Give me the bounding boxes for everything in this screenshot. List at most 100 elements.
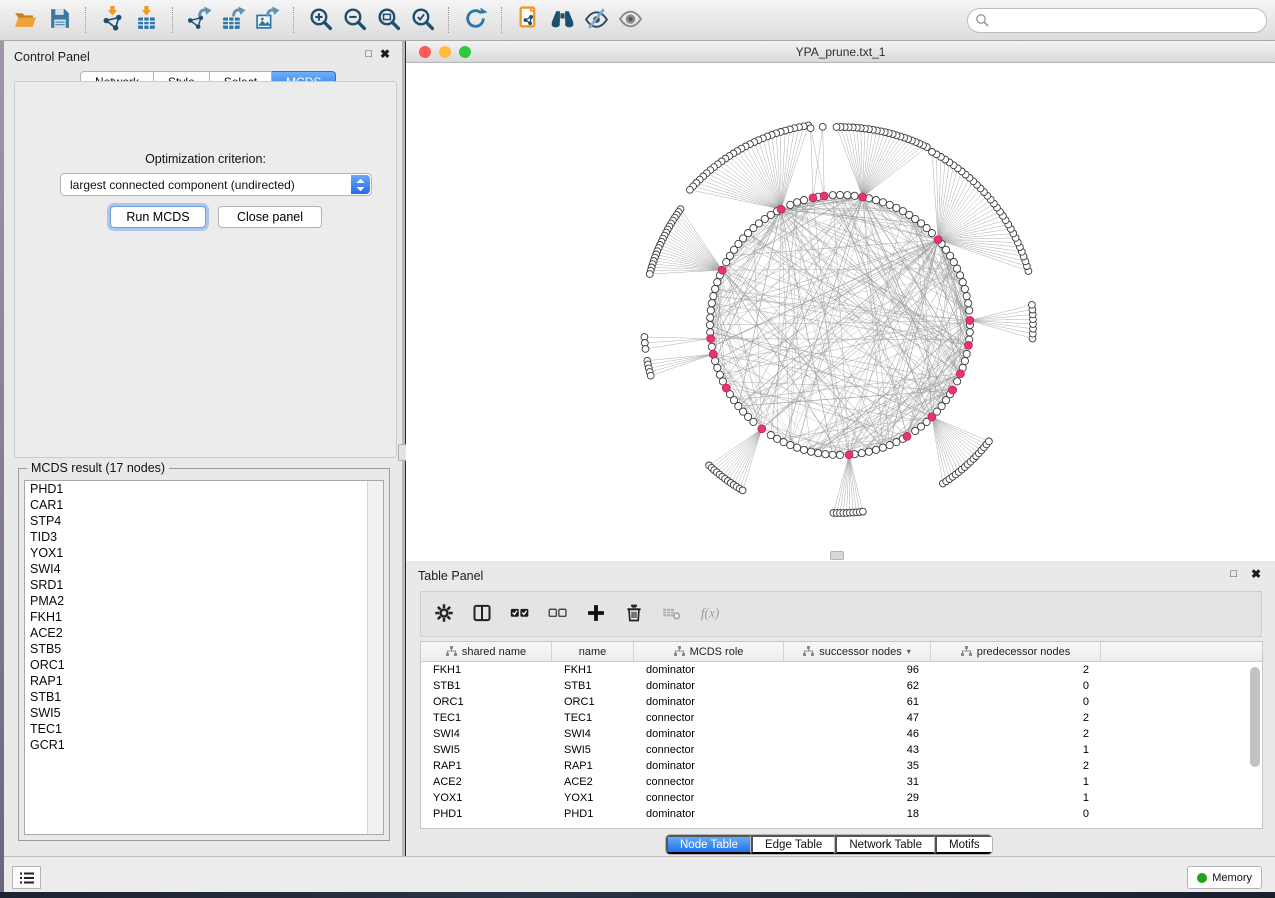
graph-mcds-node[interactable]	[722, 384, 730, 392]
float-panel-icon[interactable]: □	[365, 49, 372, 60]
zoom-fit-button[interactable]	[371, 4, 405, 36]
mcds-result-item[interactable]: ACE2	[25, 625, 383, 641]
graph-node[interactable]	[712, 285, 719, 292]
graph-node[interactable]	[774, 435, 781, 442]
graph-mcds-node[interactable]	[809, 194, 817, 202]
export-image-button[interactable]	[250, 4, 284, 36]
mcds-result-item[interactable]: SRD1	[25, 577, 383, 593]
mcds-result-item[interactable]: SWI4	[25, 561, 383, 577]
run-mcds-button[interactable]: Run MCDS	[110, 206, 206, 228]
graph-node[interactable]	[780, 439, 787, 446]
graph-node[interactable]	[723, 259, 730, 266]
graph-leaf-node[interactable]	[642, 346, 649, 353]
graph-leaf-node[interactable]	[807, 125, 814, 132]
graph-mcds-node[interactable]	[957, 370, 965, 378]
new-network-from-selection-button[interactable]	[511, 4, 545, 36]
graph-mcds-node[interactable]	[859, 193, 867, 201]
graph-node[interactable]	[706, 321, 713, 328]
graph-node[interactable]	[836, 191, 843, 198]
memory-button[interactable]: Memory	[1187, 866, 1262, 889]
table-settings-button[interactable]	[433, 603, 455, 625]
import-table-from-file-button[interactable]	[129, 4, 163, 36]
graph-node[interactable]	[851, 192, 858, 199]
graph-node[interactable]	[879, 199, 886, 206]
mcds-result-item[interactable]: FKH1	[25, 609, 383, 625]
table-row[interactable]: SWI4SWI4dominator462	[421, 726, 1262, 742]
apply-layout-button[interactable]	[458, 4, 492, 36]
table-row[interactable]: TEC1TEC1connector472	[421, 710, 1262, 726]
float-panel-icon[interactable]: □	[1230, 569, 1237, 580]
graph-node[interactable]	[800, 446, 807, 453]
close-panel-button[interactable]: Close panel	[218, 206, 322, 228]
mcds-result-item[interactable]: SWI5	[25, 705, 383, 721]
graph-mcds-node[interactable]	[903, 432, 911, 440]
graph-node[interactable]	[865, 448, 872, 455]
graph-mcds-node[interactable]	[707, 335, 715, 343]
delete-column-button[interactable]	[623, 603, 645, 625]
graph-node[interactable]	[899, 208, 906, 215]
graph-node[interactable]	[954, 378, 961, 385]
node-table[interactable]: shared namenameMCDS rolesuccessor nodes▾…	[420, 641, 1263, 829]
close-panel-icon[interactable]: ✖	[380, 48, 390, 60]
graph-node[interactable]	[844, 192, 851, 199]
close-panel-icon[interactable]: ✖	[1251, 568, 1261, 580]
column-header-predecessor-nodes[interactable]: predecessor nodes	[931, 642, 1101, 661]
mcds-result-item[interactable]: ORC1	[25, 657, 383, 673]
show-columns-button[interactable]	[471, 603, 493, 625]
graph-leaf-node[interactable]	[860, 508, 867, 515]
graph-mcds-node[interactable]	[845, 451, 853, 459]
sort-menu-icon[interactable]: ▾	[907, 647, 911, 656]
tab-motifs[interactable]: Motifs	[935, 835, 992, 854]
search-input[interactable]	[967, 8, 1267, 33]
graph-node[interactable]	[966, 329, 973, 336]
graph-node[interactable]	[708, 300, 715, 307]
mcds-result-list[interactable]: PHD1CAR1STP4TID3YOX1SWI4SRD1PMA2FKH1ACE2…	[24, 480, 384, 835]
graph-leaf-node[interactable]	[646, 271, 653, 278]
mcds-result-item[interactable]: RAP1	[25, 673, 383, 689]
network-graph[interactable]	[406, 63, 1275, 561]
mcds-result-item[interactable]: TEC1	[25, 721, 383, 737]
graph-node[interactable]	[794, 199, 801, 206]
graph-node[interactable]	[886, 442, 893, 449]
graph-node[interactable]	[707, 314, 714, 321]
graph-node[interactable]	[800, 197, 807, 204]
tab-edge-table[interactable]: Edge Table	[751, 835, 835, 854]
graph-node[interactable]	[872, 446, 879, 453]
graph-node[interactable]	[787, 442, 794, 449]
mcds-result-item[interactable]: STB1	[25, 689, 383, 705]
graph-node[interactable]	[886, 201, 893, 208]
column-header-MCDS-role[interactable]: MCDS role	[634, 642, 784, 661]
graph-node[interactable]	[959, 279, 966, 286]
mcds-result-item[interactable]: YOX1	[25, 545, 383, 561]
export-table-button[interactable]	[216, 4, 250, 36]
graph-mcds-node[interactable]	[966, 317, 974, 325]
export-network-button[interactable]	[182, 4, 216, 36]
graph-node[interactable]	[963, 293, 970, 300]
graph-node[interactable]	[787, 201, 794, 208]
add-column-button[interactable]	[585, 603, 607, 625]
mcds-result-item[interactable]: PMA2	[25, 593, 383, 609]
import-network-from-file-button[interactable]	[95, 4, 129, 36]
horizontal-splitter-handle[interactable]	[830, 551, 844, 560]
mcds-result-item[interactable]: GCR1	[25, 737, 383, 753]
zoom-in-button[interactable]	[303, 4, 337, 36]
graph-node[interactable]	[829, 192, 836, 199]
graph-node[interactable]	[822, 451, 829, 458]
graph-mcds-node[interactable]	[718, 266, 726, 274]
graph-node[interactable]	[858, 450, 865, 457]
table-row[interactable]: YOX1YOX1connector291	[421, 790, 1262, 806]
mcds-result-item[interactable]: CAR1	[25, 497, 383, 513]
graph-mcds-node[interactable]	[928, 413, 936, 421]
tab-node-table[interactable]: Node Table	[666, 835, 751, 854]
table-scrollbar-thumb[interactable]	[1250, 667, 1260, 767]
graph-node[interactable]	[872, 197, 879, 204]
graph-leaf-node[interactable]	[929, 149, 936, 156]
table-row[interactable]: PHD1PHD1dominator180	[421, 806, 1262, 822]
select-all-button[interactable]	[509, 603, 531, 625]
table-row[interactable]: RAP1RAP1dominator352	[421, 758, 1262, 774]
graph-mcds-node[interactable]	[758, 425, 766, 433]
tab-network-table[interactable]: Network Table	[835, 835, 935, 854]
graph-node[interactable]	[893, 204, 900, 211]
graph-node[interactable]	[829, 451, 836, 458]
mcds-result-item[interactable]: STP4	[25, 513, 383, 529]
